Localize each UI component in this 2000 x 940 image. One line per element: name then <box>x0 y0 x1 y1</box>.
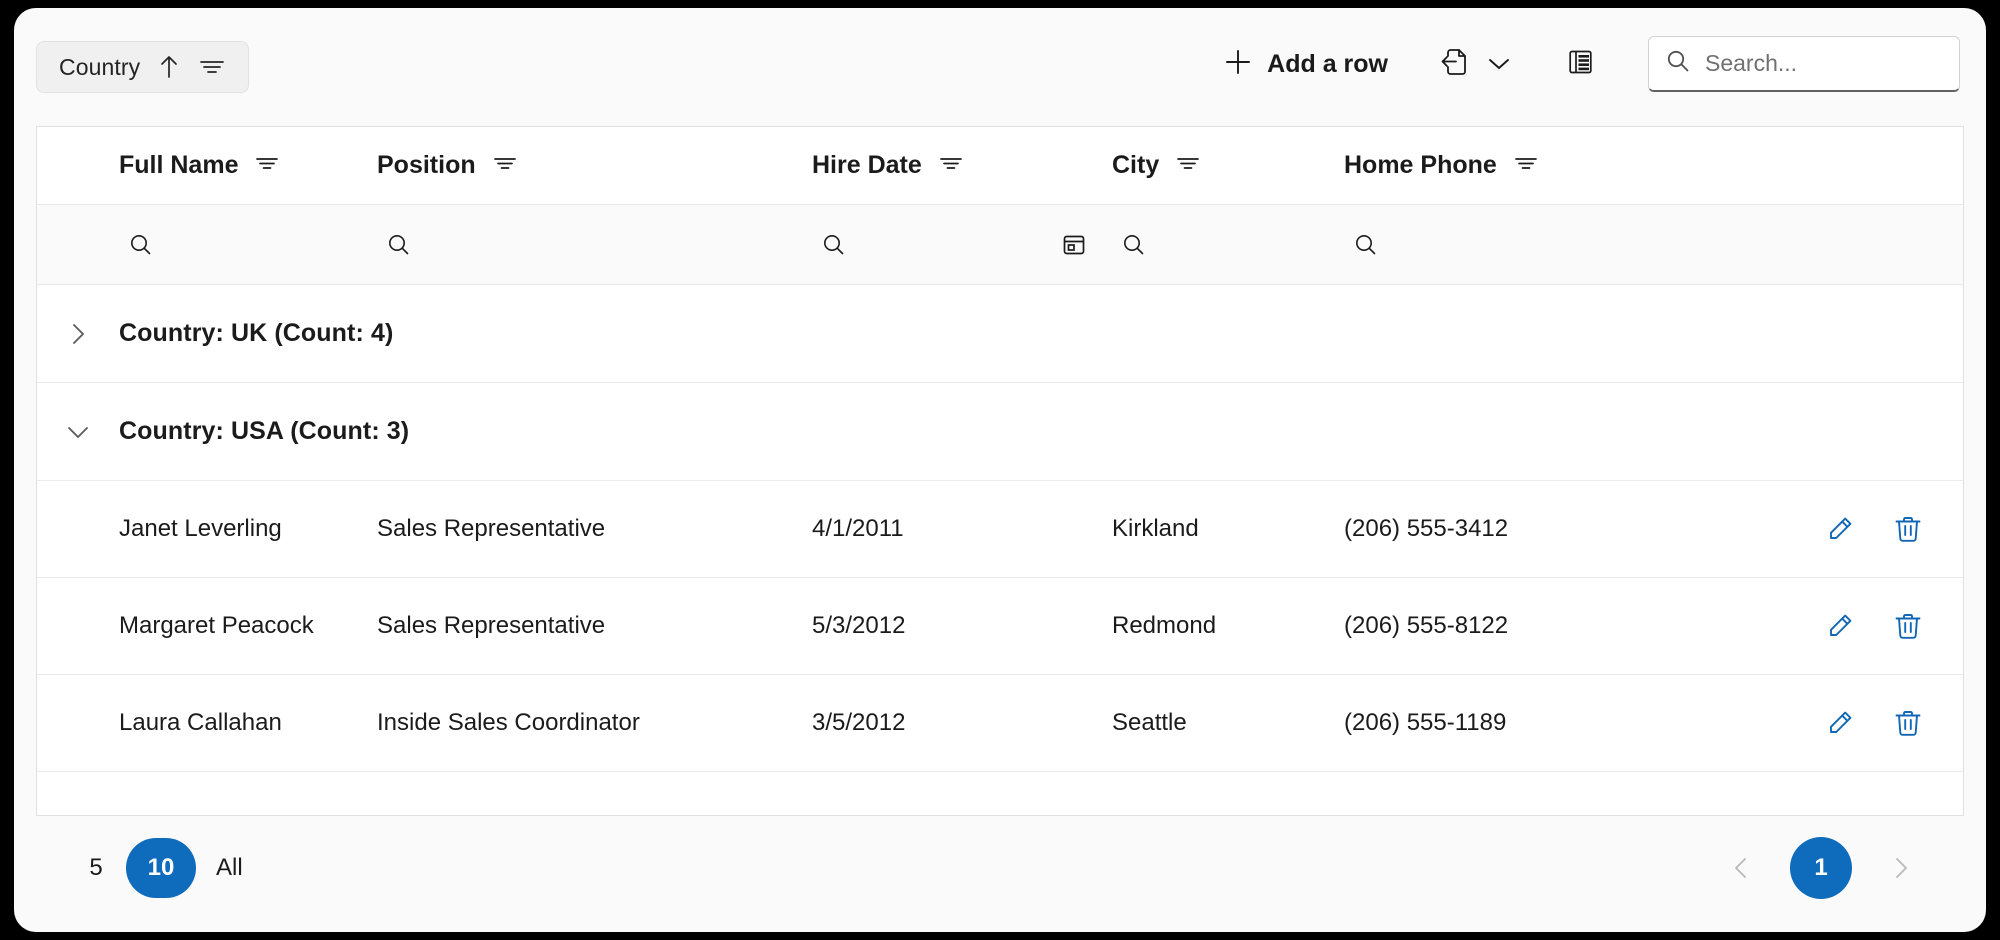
column-header-label: Hire Date <box>812 151 922 180</box>
trash-icon[interactable] <box>1887 605 1929 647</box>
pencil-icon[interactable] <box>1819 605 1861 647</box>
column-header-hire-date[interactable]: Hire Date <box>812 151 1112 180</box>
filter-lines-icon[interactable] <box>1513 151 1539 180</box>
filter-lines-icon[interactable] <box>938 151 964 180</box>
cell-hire-date: 3/5/2012 <box>812 709 1112 737</box>
trash-icon[interactable] <box>1887 702 1929 744</box>
plus-icon <box>1223 47 1253 82</box>
filter-cell-home-phone[interactable] <box>1344 205 1724 284</box>
group-row-uk[interactable]: Country: UK (Count: 4) <box>37 285 1963 383</box>
pencil-icon[interactable] <box>1819 508 1861 550</box>
column-header-label: Home Phone <box>1344 151 1497 180</box>
cell-actions <box>1724 481 1963 577</box>
search-icon[interactable] <box>812 223 856 267</box>
page-size-5[interactable]: 5 <box>66 838 126 898</box>
cell-home-phone: (206) 555-8122 <box>1344 612 1724 640</box>
cell-actions <box>1724 675 1963 771</box>
column-chooser-icon <box>1564 46 1596 83</box>
add-a-row-label: Add a row <box>1267 50 1388 79</box>
table-row[interactable]: Janet Leverling Sales Representative 4/1… <box>37 481 1963 578</box>
table-row[interactable]: Margaret Peacock Sales Representative 5/… <box>37 578 1963 675</box>
toolbar-actions: Add a row <box>1207 36 1960 92</box>
page-number-1[interactable]: 1 <box>1790 837 1852 899</box>
cell-actions <box>1724 578 1963 674</box>
column-chooser-button[interactable] <box>1552 36 1608 92</box>
data-grid: Full Name Position Hire Date <box>36 126 1964 816</box>
arrow-up-icon[interactable] <box>158 54 180 80</box>
chevron-down-icon[interactable] <box>37 418 119 446</box>
search-input[interactable] <box>1705 50 1986 77</box>
filter-cell-full-name[interactable] <box>37 205 377 284</box>
page-navigation: 1 <box>1714 837 1964 899</box>
group-panel-chip-country[interactable]: Country <box>36 41 249 93</box>
cell-full-name: Margaret Peacock <box>37 612 377 640</box>
calendar-icon[interactable] <box>1052 223 1096 267</box>
column-header-home-phone[interactable]: Home Phone <box>1344 151 1724 180</box>
filter-lines-icon[interactable] <box>492 151 518 180</box>
page-size-10[interactable]: 10 <box>126 838 196 898</box>
search-icon[interactable] <box>1344 223 1388 267</box>
search-box[interactable] <box>1648 36 1960 92</box>
column-header-label: City <box>1112 151 1159 180</box>
pencil-icon[interactable] <box>1819 702 1861 744</box>
app-card: Country Add a row <box>14 8 1986 932</box>
cell-city: Seattle <box>1112 709 1344 737</box>
trash-icon[interactable] <box>1887 508 1929 550</box>
column-header-label: Position <box>377 151 476 180</box>
group-row-label: Country: USA (Count: 3) <box>119 417 409 446</box>
grid-filter-row <box>37 205 1963 285</box>
cell-position: Sales Representative <box>377 612 812 640</box>
column-header-position[interactable]: Position <box>377 151 812 180</box>
cell-position: Inside Sales Coordinator <box>377 709 812 737</box>
chevron-right-icon[interactable] <box>37 321 119 347</box>
grid-header-row: Full Name Position Hire Date <box>37 127 1963 205</box>
search-icon <box>1665 48 1691 79</box>
filter-lines-icon[interactable] <box>1175 151 1201 180</box>
table-row[interactable]: Laura Callahan Inside Sales Coordinator … <box>37 675 1963 772</box>
filter-cell-hire-date[interactable] <box>812 205 1112 284</box>
page-size-all[interactable]: All <box>196 838 263 898</box>
chevron-down-icon[interactable] <box>1486 56 1512 72</box>
pager: 5 10 All 1 <box>36 820 1964 916</box>
group-row-usa[interactable]: Country: USA (Count: 3) <box>37 383 1963 481</box>
cell-full-name: Janet Leverling <box>37 515 377 543</box>
search-icon[interactable] <box>377 223 421 267</box>
add-a-row-button[interactable]: Add a row <box>1207 36 1404 92</box>
cell-hire-date: 4/1/2011 <box>812 515 1112 543</box>
export-button[interactable] <box>1432 36 1518 92</box>
search-icon[interactable] <box>119 223 163 267</box>
group-row-label: Country: UK (Count: 4) <box>119 319 393 348</box>
page-size-selector: 5 10 All <box>36 838 263 898</box>
toolbar: Country Add a row <box>14 8 1986 118</box>
cell-position: Sales Representative <box>377 515 812 543</box>
cell-full-name: Laura Callahan <box>37 709 377 737</box>
column-header-city[interactable]: City <box>1112 151 1344 180</box>
column-header-full-name[interactable]: Full Name <box>37 151 377 180</box>
filter-lines-icon[interactable] <box>254 151 280 180</box>
cell-city: Kirkland <box>1112 515 1344 543</box>
export-document-icon <box>1438 45 1472 84</box>
filter-lines-icon[interactable] <box>198 56 226 78</box>
chevron-right-icon[interactable] <box>1874 841 1928 895</box>
search-icon[interactable] <box>1112 223 1156 267</box>
chevron-left-icon[interactable] <box>1714 841 1768 895</box>
cell-home-phone: (206) 555-3412 <box>1344 515 1724 543</box>
filter-cell-city[interactable] <box>1112 205 1344 284</box>
column-header-label: Full Name <box>119 151 238 180</box>
cell-hire-date: 5/3/2012 <box>812 612 1112 640</box>
cell-home-phone: (206) 555-1189 <box>1344 709 1724 737</box>
cell-city: Redmond <box>1112 612 1344 640</box>
group-chip-label: Country <box>59 54 140 81</box>
filter-cell-position[interactable] <box>377 205 812 284</box>
